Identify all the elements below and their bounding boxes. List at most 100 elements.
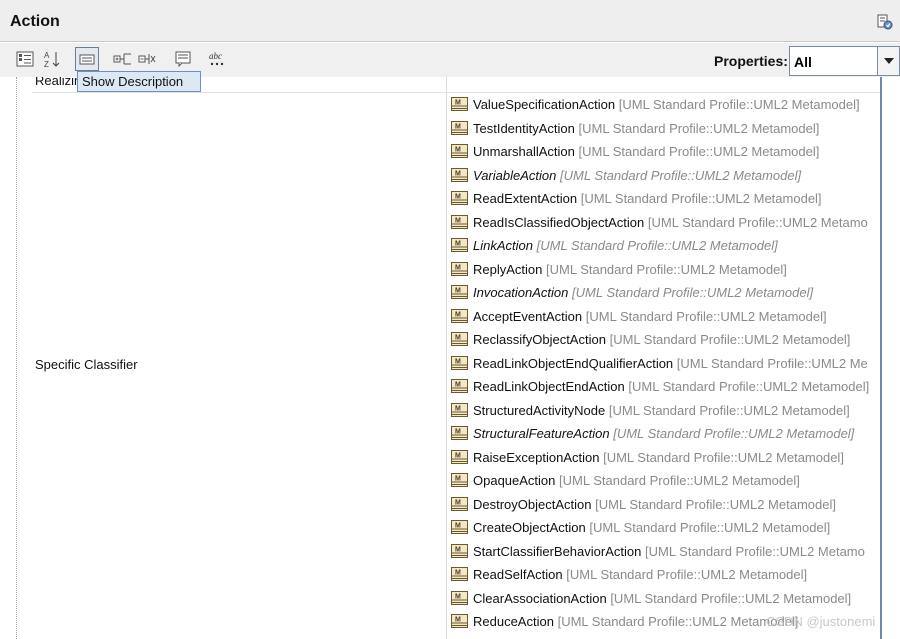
class-owner: [UML Standard Profile::UML2 Metamodel] <box>608 402 850 418</box>
list-item[interactable]: M OpaqueAction [UML Standard Profile::UML… <box>448 469 880 493</box>
class-name: LinkAction [UML Standard Profile::UML2 M… <box>473 238 778 253</box>
svg-text:M: M <box>455 476 461 483</box>
class-icon: M <box>451 496 468 511</box>
class-owner: [UML Standard Profile::UML2 Metamodel] <box>557 614 799 629</box>
svg-text:M: M <box>455 429 461 436</box>
svg-text:M: M <box>455 570 461 577</box>
class-icon: M <box>451 402 468 417</box>
class-name: CreateObjectAction [UML Standard Profile… <box>473 520 831 535</box>
class-owner: [UML Standard Profile::UML2 Metamodel] <box>585 308 827 324</box>
spelling-icon: abc <box>209 51 224 66</box>
list-item[interactable]: M StartClassifierBehaviorAction [UML Stan… <box>448 540 880 564</box>
class-owner: [UML Standard Profile::UML2 Metamo <box>644 543 865 559</box>
class-owner: [UML Standard Profile::UML2 Metamodel] <box>572 285 814 300</box>
svg-text:M: M <box>455 194 461 201</box>
categorized-view-button[interactable] <box>13 47 37 71</box>
class-icon: M <box>451 567 468 581</box>
class-owner: [UML Standard Profile::UML2 Metamodel] <box>546 261 787 277</box>
collapse-all-icon <box>138 54 156 64</box>
panel-title: Action <box>10 13 60 30</box>
list-item[interactable]: M ReadLinkObjectEndAction [UML Standard P… <box>448 375 880 399</box>
column-divider[interactable] <box>446 77 447 639</box>
class-name: ClearAssociationAction [UML Standard Pro… <box>473 590 852 606</box>
class-name: AcceptEventAction [UML Standard Profile:… <box>473 308 827 324</box>
panel-title-bar: Action <box>0 0 900 42</box>
sort-alphabetically-icon: A Z <box>44 51 60 68</box>
list-item[interactable]: M ValueSpecificationAction [UML Standard … <box>448 93 880 117</box>
svg-text:M: M <box>455 311 461 318</box>
class-name: VariableAction [UML Standard Profile::UM… <box>473 167 802 183</box>
collapse-all-button[interactable] <box>136 47 160 71</box>
spelling-button[interactable]: abc <box>206 47 230 71</box>
list-item[interactable]: M StructuredActivityNode [UML Standard Pr… <box>448 399 880 423</box>
list-item[interactable]: M ReadIsClassifiedObjectAction [UML Stand… <box>448 211 880 235</box>
class-icon: M <box>451 426 468 440</box>
class-owner: [UML Standard Profile::UML2 Metamodel] <box>609 332 851 347</box>
list-item[interactable]: M AcceptEventAction [UML Standard Profile… <box>448 305 880 329</box>
list-item[interactable]: M StructuralFeatureAction [UML Standard P… <box>448 422 880 446</box>
class-icon: M <box>451 449 468 464</box>
list-item[interactable]: M RaiseExceptionAction [UML Standard Prof… <box>448 446 880 470</box>
class-name: StructuralFeatureAction [UML Standard Pr… <box>473 426 855 441</box>
list-item[interactable]: M ReclassifyObjectAction [UML Standard Pr… <box>448 328 880 352</box>
list-item[interactable]: M ReadLinkObjectEndQualifierAction [UML S… <box>448 352 880 376</box>
svg-text:Z: Z <box>44 60 49 68</box>
list-item[interactable]: M UnmarshallAction [UML Standard Profile:… <box>448 140 880 164</box>
categorized-view-icon <box>16 51 34 67</box>
list-item[interactable]: M ReplyAction [UML Standard Profile::UML2… <box>448 258 880 282</box>
class-name: ReadLinkObjectEndQualifierAction [UML St… <box>473 355 868 371</box>
class-icon: M <box>451 191 468 205</box>
svg-text:M: M <box>455 217 461 224</box>
svg-text:M: M <box>455 241 461 248</box>
list-item[interactable]: M TestIdentityAction [UML Standard Profil… <box>448 117 880 141</box>
class-name: StartClassifierBehaviorAction [UML Stand… <box>473 543 865 559</box>
class-owner: [UML Standard Profile::UML2 Metamodel] <box>536 238 778 253</box>
properties-filter-select[interactable]: All <box>789 46 900 76</box>
list-item[interactable]: M DestroyObjectAction [UML Standard Profi… <box>448 493 880 517</box>
list-item[interactable]: M LinkAction [UML Standard Profile::UML2 … <box>448 234 880 258</box>
class-name: ReadSelfAction [UML Standard Profile::UM… <box>473 567 808 582</box>
class-name: ReduceAction [UML Standard Profile::UML2… <box>473 614 799 629</box>
class-icon: M <box>451 355 468 370</box>
class-owner: [UML Standard Profile::UML2 Metamodel] <box>559 167 802 183</box>
list-item[interactable]: M ReadExtentAction [UML Standard Profile:… <box>448 187 880 211</box>
property-name-specific-classifier[interactable]: Specific Classifier <box>35 357 138 372</box>
svg-text:M: M <box>455 499 461 506</box>
panel-settings-icon[interactable] <box>877 14 893 30</box>
vertical-scrollbar[interactable] <box>880 77 882 639</box>
list-item[interactable]: M CreateObjectAction [UML Standard Profil… <box>448 516 880 540</box>
class-icon: M <box>451 238 468 252</box>
expand-all-icon <box>113 53 131 65</box>
svg-text:M: M <box>455 452 461 459</box>
list-item[interactable]: M InvocationAction [UML Standard Profile:… <box>448 281 880 305</box>
list-item[interactable]: M VariableAction [UML Standard Profile::U… <box>448 164 880 188</box>
svg-text:M: M <box>455 147 461 154</box>
comment-button[interactable] <box>171 47 195 71</box>
svg-text:A: A <box>44 51 50 60</box>
list-item[interactable]: M ClearAssociationAction [UML Standard Pr… <box>448 587 880 611</box>
chevron-down-icon[interactable] <box>877 47 899 75</box>
list-item[interactable]: M ReadSelfAction [UML Standard Profile::U… <box>448 563 880 587</box>
class-owner: [UML Standard Profile::UML2 Metamodel] <box>613 426 855 441</box>
show-description-button[interactable] <box>75 47 99 71</box>
expand-all-button[interactable] <box>111 47 135 71</box>
class-owner: [UML Standard Profile::UML2 Metamodel] <box>566 567 808 582</box>
grid-gutter <box>16 77 17 639</box>
property-name-realizing[interactable]: Realizin <box>35 77 81 88</box>
class-name: RaiseExceptionAction [UML Standard Profi… <box>473 449 844 465</box>
svg-text:abc: abc <box>209 51 222 61</box>
class-icon: M <box>451 473 468 487</box>
show-description-icon <box>79 54 95 65</box>
class-owner: [UML Standard Profile::UML2 Metamodel] <box>610 590 852 606</box>
svg-text:M: M <box>455 593 461 600</box>
svg-text:M: M <box>455 358 461 365</box>
class-icon: M <box>451 308 468 323</box>
svg-text:M: M <box>455 335 461 342</box>
class-icon: M <box>451 332 468 346</box>
sort-alphabetically-button[interactable]: A Z <box>40 47 64 71</box>
class-owner: [UML Standard Profile::UML2 Me <box>676 355 868 371</box>
svg-text:M: M <box>455 405 461 412</box>
watermark: CSDN @justonemi <box>766 614 876 629</box>
class-name: InvocationAction [UML Standard Profile::… <box>473 285 814 300</box>
class-icon: M <box>451 379 468 393</box>
